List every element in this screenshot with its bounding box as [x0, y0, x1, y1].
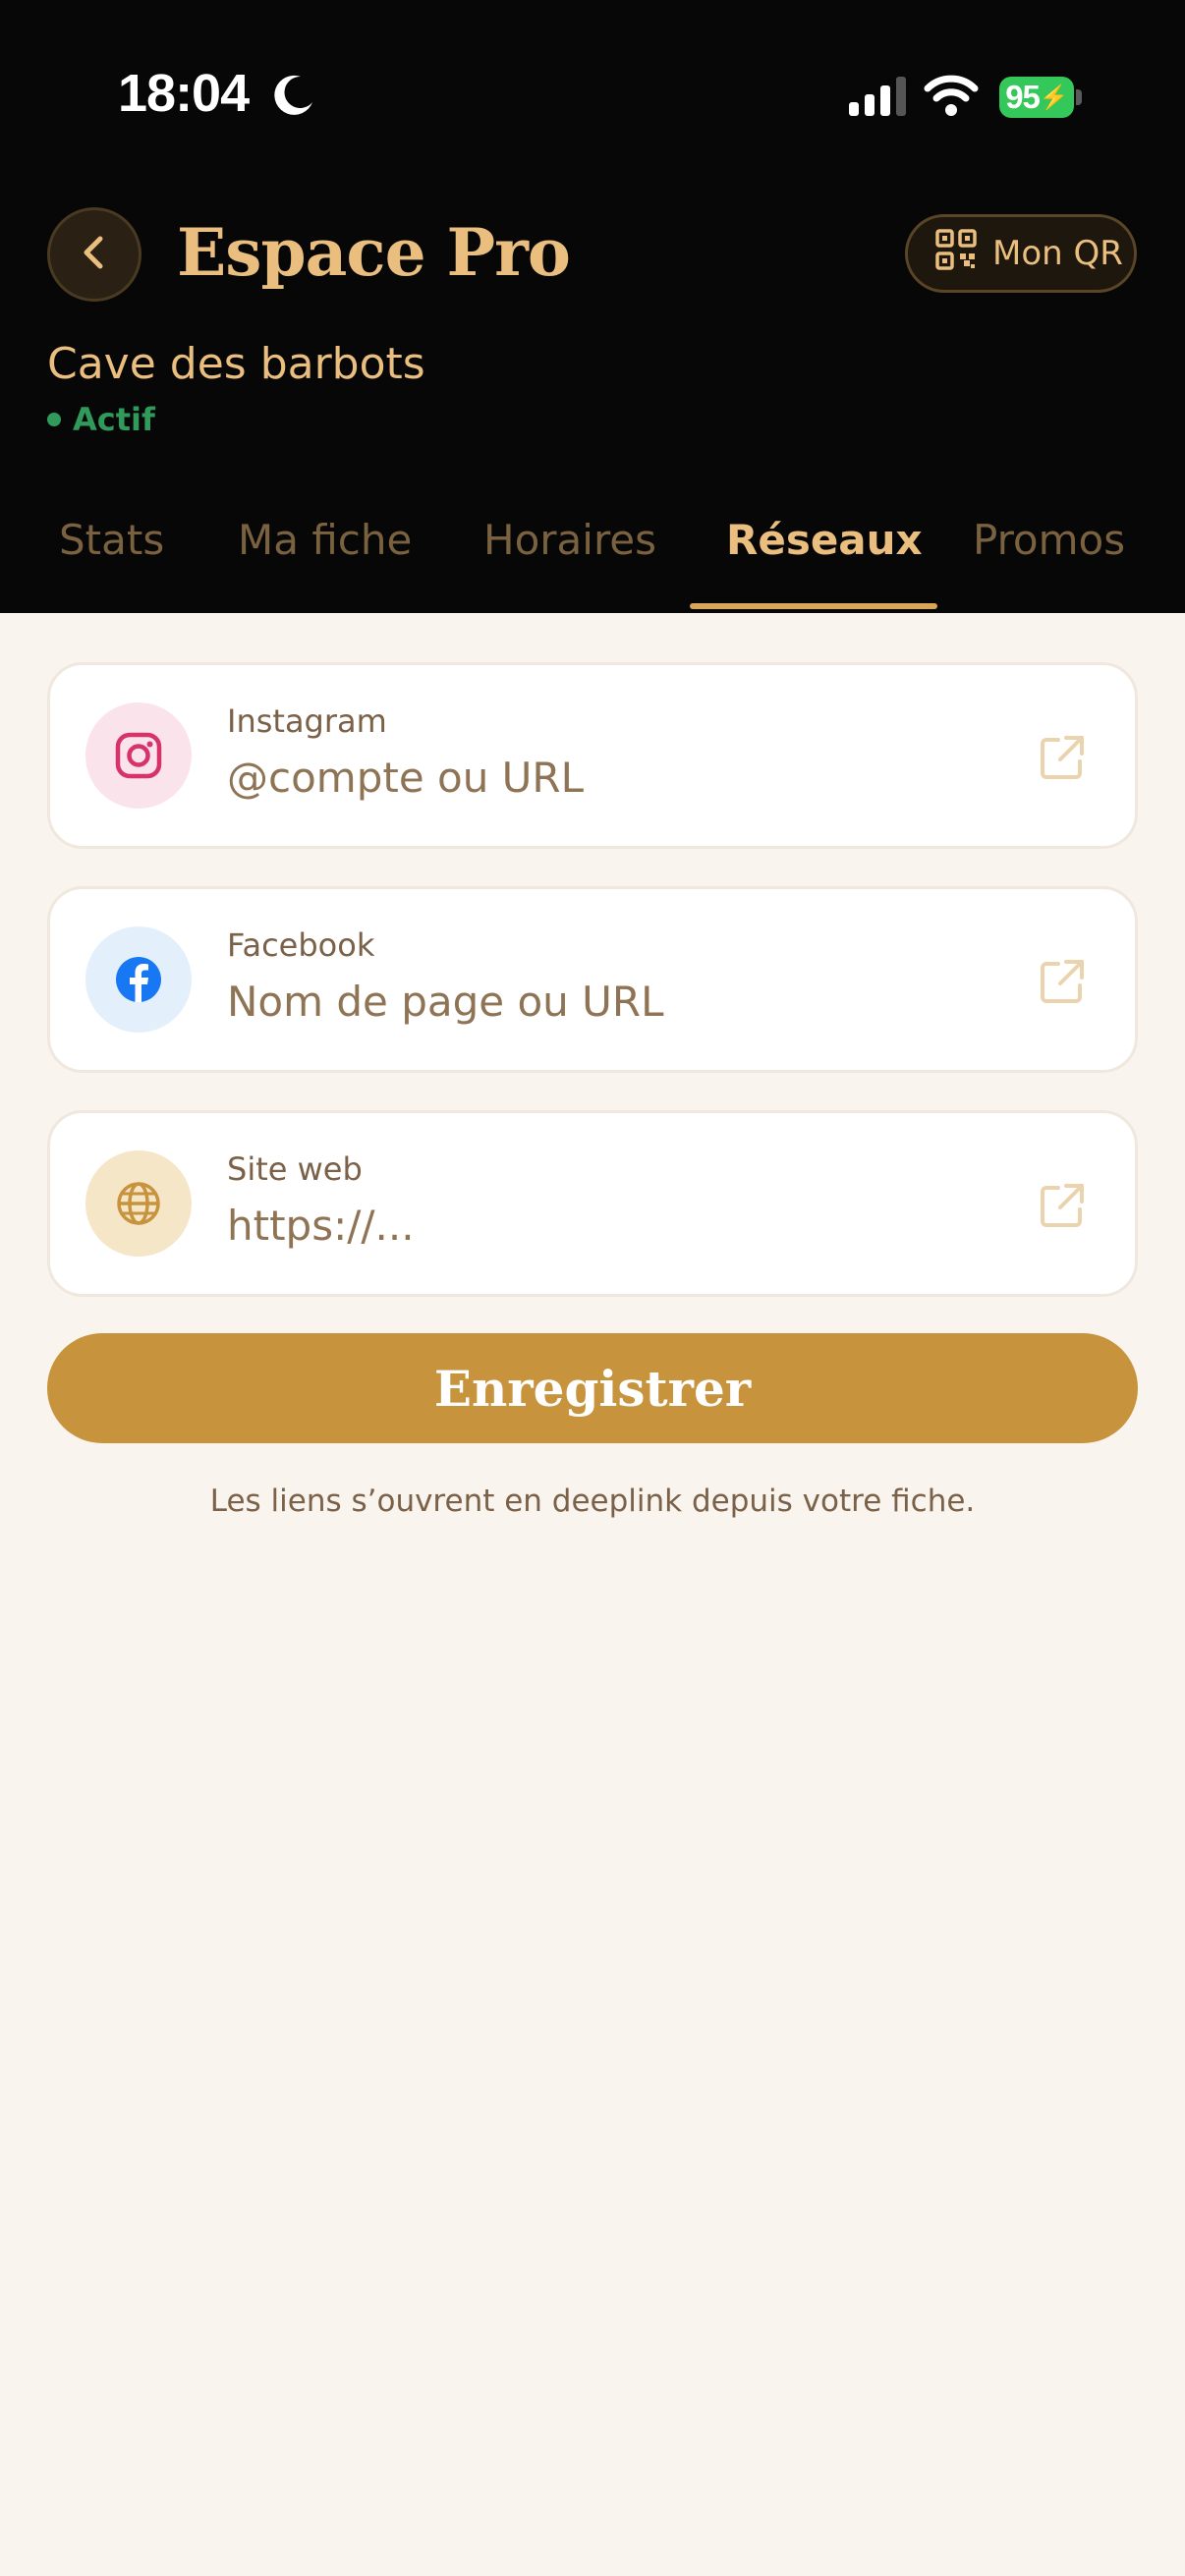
back-button[interactable] [47, 207, 141, 302]
active-tab-indicator [690, 603, 937, 609]
status-label: Actif [73, 401, 155, 438]
facebook-icon [85, 926, 192, 1033]
battery-indicator: 95 ⚡ [999, 77, 1074, 118]
moon-icon [271, 73, 316, 122]
facebook-field-card[interactable]: Facebook [47, 886, 1138, 1073]
tab-promos[interactable]: Promos [973, 516, 1125, 564]
status-dot-icon [47, 413, 61, 426]
battery-cap [1076, 89, 1082, 105]
page-title: Espace Pro [177, 214, 571, 291]
chevron-left-icon [75, 233, 114, 276]
external-link-icon[interactable] [1037, 1180, 1088, 1235]
external-link-icon[interactable] [1037, 732, 1088, 787]
venue-name: Cave des barbots [47, 339, 425, 389]
tab-reseaux[interactable]: Réseaux [726, 516, 923, 564]
instagram-field-card[interactable]: Instagram [47, 662, 1138, 849]
save-button[interactable]: Enregistrer [47, 1333, 1138, 1443]
battery-level: 95 [1005, 79, 1041, 115]
my-qr-button[interactable]: Mon QR [905, 214, 1137, 293]
status-time: 18:04 [118, 64, 250, 123]
tab-horaires[interactable]: Horaires [483, 516, 656, 564]
instagram-icon [85, 702, 192, 809]
external-link-icon[interactable] [1037, 956, 1088, 1011]
facebook-input[interactable] [227, 970, 1013, 1033]
header: 18:04 95 ⚡ Espace Pro Mon QR Cave des ba… [0, 0, 1185, 613]
website-field-card[interactable]: Site web [47, 1110, 1138, 1297]
status-badge: Actif [47, 401, 155, 438]
tab-ma-fiche[interactable]: Ma fiche [238, 516, 412, 564]
cellular-signal-icon [849, 77, 908, 120]
facebook-label: Facebook [227, 926, 375, 964]
tab-stats[interactable]: Stats [59, 516, 164, 564]
qr-code-icon [935, 228, 977, 279]
instagram-label: Instagram [227, 702, 387, 740]
tab-bar: Stats Ma fiche Horaires Réseaux Promos [0, 501, 1185, 613]
globe-icon [85, 1150, 192, 1257]
website-label: Site web [227, 1150, 363, 1188]
wifi-icon [924, 73, 979, 120]
website-input[interactable] [227, 1194, 1013, 1257]
my-qr-label: Mon QR [992, 234, 1123, 273]
deeplink-hint: Les liens s’ouvrent en deeplink depuis v… [209, 1484, 976, 1519]
instagram-input[interactable] [227, 746, 1013, 809]
